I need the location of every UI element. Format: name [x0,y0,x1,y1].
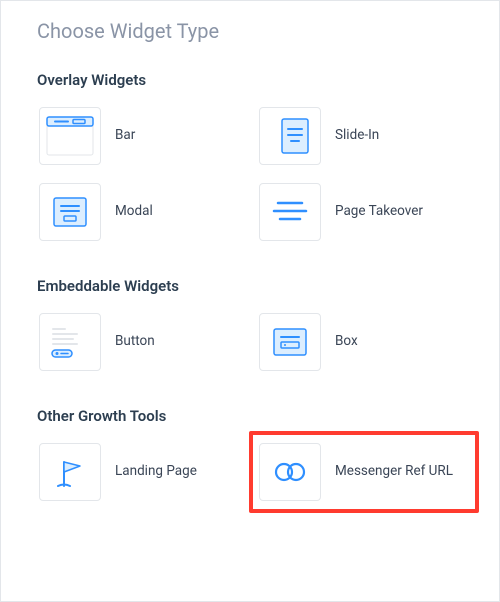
button-icon [39,313,101,371]
page-title: Choose Widget Type [37,19,471,43]
widget-refurl-label: Messenger Ref URL [335,463,453,481]
widget-button[interactable]: Button [37,311,251,373]
widget-box[interactable]: Box [257,311,471,373]
section-other-title: Other Growth Tools [37,407,471,425]
refurl-icon [259,443,321,501]
widget-modal-label: Modal [115,203,153,221]
section-overlay-title: Overlay Widgets [37,71,471,89]
widget-slidein-label: Slide-In [335,127,379,145]
widget-bar-label: Bar [115,127,135,145]
widget-landing-label: Landing Page [115,463,197,481]
widget-refurl[interactable]: Messenger Ref URL [249,431,479,513]
bar-icon [39,107,101,165]
box-icon [259,313,321,371]
overlay-grid: Bar Slide-In M [37,105,471,243]
widget-landing[interactable]: Landing Page [37,441,251,503]
other-grid: Landing Page Messenger Ref URL [37,441,471,503]
section-embeddable-title: Embeddable Widgets [37,277,471,295]
widget-box-label: Box [335,333,358,351]
widget-bar[interactable]: Bar [37,105,251,167]
widget-slidein[interactable]: Slide-In [257,105,471,167]
widget-takeover-label: Page Takeover [335,203,423,221]
takeover-icon [259,183,321,241]
widget-button-label: Button [115,333,155,351]
landing-icon [39,443,101,501]
slidein-icon [259,107,321,165]
modal-icon [39,183,101,241]
embeddable-grid: Button Box [37,311,471,373]
widget-modal[interactable]: Modal [37,181,251,243]
widget-takeover[interactable]: Page Takeover [257,181,471,243]
